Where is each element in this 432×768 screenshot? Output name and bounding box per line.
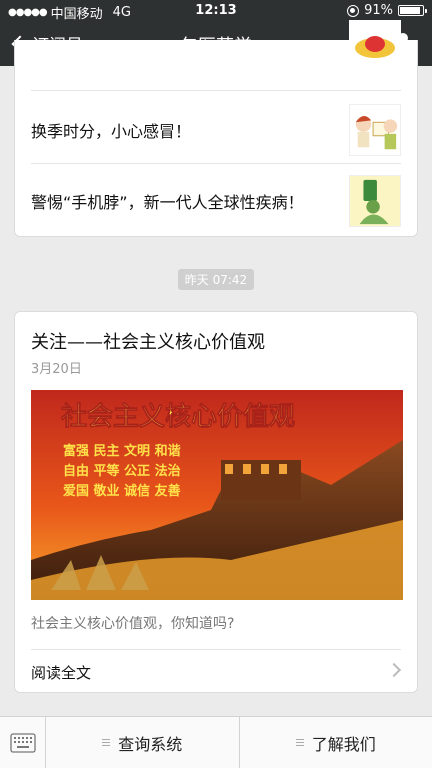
- menu-icon: [102, 737, 111, 748]
- battery-icon: [398, 5, 427, 16]
- article-description: 社会主义核心价值观，你知道吗?: [31, 616, 235, 632]
- chevron-right-icon: [386, 662, 402, 678]
- timestamp-label: 昨天 07:42: [0, 269, 432, 290]
- cover-values-line: 自由 平等 公正 法治: [63, 463, 181, 479]
- article-card[interactable]: 关注——社会主义核心价值观 3月20日 社会主义核心价值观 富强 民主 文明 和…: [14, 311, 418, 693]
- cover-headline: 社会主义核心价值观: [61, 401, 295, 432]
- keyboard-icon: [9, 733, 36, 753]
- list-item[interactable]: 换季时分，小心感冒！: [31, 98, 401, 162]
- keyboard-toggle-button[interactable]: [0, 717, 46, 768]
- article-title: 关注——社会主义核心价值观: [31, 332, 265, 353]
- status-bar: ●●●●● 中国移动 4G 12:13 91%: [0, 0, 432, 22]
- battery-percent: 91%: [364, 3, 393, 18]
- article-cover-image: 社会主义核心价值观 富强 民主 文明 和谐 自由 平等 公正 法治 爱国 敬业 …: [31, 390, 403, 600]
- menu-item-about-us[interactable]: 了解我们: [240, 717, 432, 768]
- article-date: 3月20日: [31, 362, 82, 377]
- article-list-card: 换季时分，小心感冒！ 警惕“手机脖”，新一代人全球性疾病！: [14, 20, 418, 237]
- rotation-lock-icon: [347, 4, 360, 17]
- list-item-title: 换季时分，小心感冒！: [31, 122, 192, 141]
- article-thumbnail-cold: [349, 104, 401, 156]
- article-thumbnail-phone-neck: [349, 175, 401, 227]
- article-thumbnail-emblem: [349, 20, 401, 64]
- cover-values-line: 爱国 敬业 诚信 友善: [63, 483, 181, 499]
- menu-item-query-system[interactable]: 查询系统: [46, 717, 240, 768]
- menu-icon: [295, 737, 304, 748]
- list-item[interactable]: 警惕“手机脖”，新一代人全球性疾病！: [31, 168, 401, 234]
- read-more-link[interactable]: 阅读全文: [31, 662, 91, 683]
- list-item-title: 警惕“手机脖”，新一代人全球性疾病！: [31, 193, 304, 212]
- cover-values-line: 富强 民主 文明 和谐: [63, 443, 181, 459]
- bottom-menu-bar: 查询系统 了解我们: [0, 716, 432, 768]
